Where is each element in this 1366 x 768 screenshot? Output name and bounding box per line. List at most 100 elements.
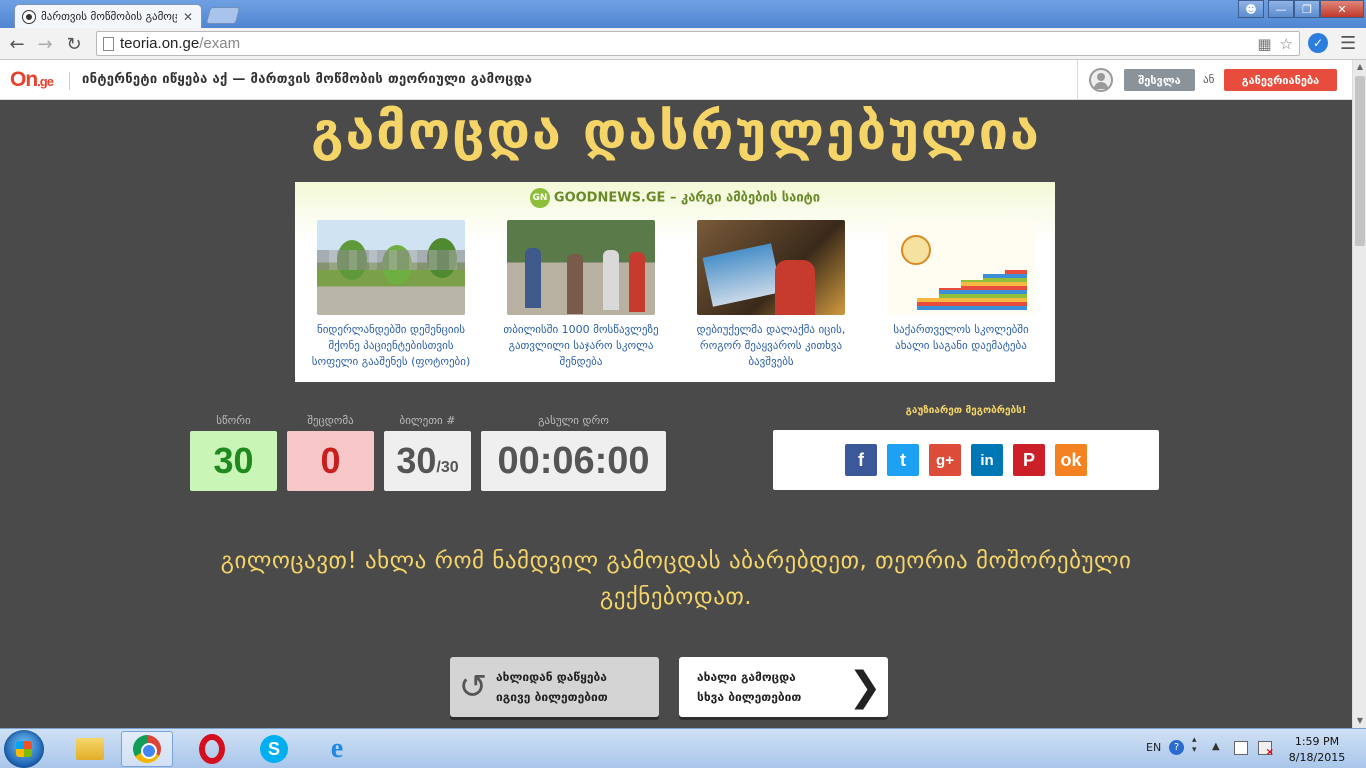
errors-label: შეცდომა <box>307 414 354 427</box>
show-hidden-icons-icon[interactable]: ▲ <box>1212 741 1220 752</box>
exam-finished-title: გამოცდა დასრულებულია <box>311 102 1041 162</box>
ticket-number: 30 <box>396 440 437 481</box>
taskbar-explorer[interactable] <box>64 731 116 767</box>
action-center-icon[interactable] <box>1234 741 1248 755</box>
header-divider <box>1077 60 1078 100</box>
new-exam-button-text: ახალი გამოცდა სხვა ბილეთებით <box>679 667 842 707</box>
opera-icon <box>199 734 225 764</box>
news-source: GOODNEWS.GE <box>553 190 666 206</box>
news-thumbnail[interactable] <box>697 220 845 315</box>
odnoklassniki-icon[interactable]: ok <box>1055 444 1087 476</box>
news-thumbnail[interactable] <box>887 220 1035 315</box>
news-item[interactable]: თბილისში 1000 მოსწავლეზე გათვლილი საჯარო… <box>497 220 665 370</box>
url-host: teoria.on.ge <box>120 35 200 52</box>
chrome-icon <box>133 735 161 763</box>
site-logo[interactable]: On.ge <box>10 68 54 92</box>
taskbar-opera[interactable] <box>186 731 238 767</box>
new-exam-button[interactable]: ახალი გამოცდა სხვა ბილეთებით ❯ <box>679 657 888 717</box>
browser-titlebar: მართვის მოწმობის გამოც ✕ ☻ — ❐ ✕ <box>0 0 1366 28</box>
translate-icon[interactable]: ▦ <box>1257 35 1271 53</box>
scroll-thumb[interactable] <box>1355 76 1365 246</box>
windows-taskbar: S e EN ? ▴▾ ▲ 1:59 PM 8/18/2015 <box>0 728 1366 768</box>
google-plus-icon[interactable]: g+ <box>929 444 961 476</box>
header-title: ინტერნეტი იწყება აქ — მართვის მოწმობის თ… <box>82 72 533 87</box>
clock-date: 8/18/2015 <box>1288 751 1346 764</box>
new-tab-button[interactable] <box>205 7 241 24</box>
internet-explorer-icon: e <box>330 733 344 764</box>
news-thumbnail[interactable] <box>317 220 465 315</box>
goodnews-logo-icon: GN <box>529 188 550 208</box>
minimize-button[interactable]: — <box>1268 0 1294 18</box>
site-header: On.ge ინტერნეტი იწყება აქ — მართვის მოწმ… <box>0 60 1352 100</box>
news-tagline: – კარგი ამბების საიტი <box>669 190 821 206</box>
taskbar-chrome[interactable] <box>121 731 173 767</box>
restore-button[interactable]: ❐ <box>1294 0 1320 18</box>
user-profile-icon[interactable]: ☻ <box>1238 0 1264 18</box>
folder-icon <box>76 738 104 760</box>
linkedin-icon[interactable]: in <box>971 444 1003 476</box>
restart-same-tickets-button[interactable]: ↺ ახლიდან დაწყება იგივე ბილეთებით <box>450 657 659 717</box>
news-thumbnail[interactable] <box>507 220 655 315</box>
goodnews-widget: GN GOODNEWS.GE – კარგი ამბების საიტი ნიდე… <box>295 182 1055 382</box>
user-avatar-icon[interactable] <box>1089 68 1113 92</box>
new-exam-line2: სხვა ბილეთებით <box>697 690 802 704</box>
register-button[interactable]: განევრიანება <box>1224 69 1337 91</box>
score-label: სწორი <box>216 414 251 427</box>
scroll-down-arrow-icon[interactable]: ▼ <box>1353 714 1366 728</box>
tab-favicon-icon <box>23 10 35 23</box>
ticket-label: ბილეთი # <box>399 414 456 427</box>
news-caption[interactable]: საქართველოს სკოლებში ახალი საგანი დაემატ… <box>877 322 1045 354</box>
tray-updown-icon[interactable]: ▴ ▾ <box>1192 735 1197 755</box>
reload-icon[interactable]: ↻ <box>63 33 85 55</box>
errors-value: 0 <box>287 431 374 491</box>
pinterest-icon[interactable]: P <box>1013 444 1045 476</box>
help-icon[interactable]: ? <box>1169 740 1184 755</box>
forward-arrow-icon[interactable]: → <box>34 33 56 55</box>
language-indicator[interactable]: EN <box>1146 741 1161 754</box>
url-path: /exam <box>199 35 241 52</box>
news-item[interactable]: დებიუქელმა დალაქმა იცის, როგორ შეაყვაროს… <box>687 220 855 370</box>
elapsed-time: 00:06:00 <box>481 431 666 491</box>
restart-button-text: ახლიდან დაწყება იგივე ბილეთებით <box>496 667 608 707</box>
page-scrollbar[interactable]: ▲ ▼ <box>1352 60 1366 728</box>
login-button[interactable]: შესვლა <box>1124 69 1195 91</box>
news-item[interactable]: ნიდერლანდებში დემენციის მქონე პაციენტები… <box>307 220 475 370</box>
logo-main-text: On <box>10 68 38 91</box>
address-bar[interactable]: teoria.on.ge/exam ▦ ☆ <box>96 31 1300 56</box>
page-icon <box>103 36 114 51</box>
news-caption[interactable]: ნიდერლანდებში დემენციის მქონე პაციენტები… <box>307 322 475 370</box>
start-button[interactable] <box>4 730 44 768</box>
system-clock[interactable]: 1:59 PM 8/18/2015 <box>1282 734 1352 766</box>
browser-tab[interactable]: მართვის მოწმობის გამოც ✕ <box>14 4 202 28</box>
share-panel: f t g+ in P ok <box>773 430 1159 490</box>
news-item[interactable]: საქართველოს სკოლებში ახალი საგანი დაემატ… <box>877 220 1045 354</box>
time-label: გასული დრო <box>538 414 609 427</box>
chevron-right-icon: ❯ <box>848 664 882 710</box>
back-arrow-icon[interactable]: ← <box>6 33 28 55</box>
twitter-icon[interactable]: t <box>887 444 919 476</box>
news-caption[interactable]: დებიუქელმა დალაქმა იცის, როგორ შეაყვაროს… <box>687 322 855 370</box>
header-separator <box>69 72 70 90</box>
taskbar-skype[interactable]: S <box>248 731 300 767</box>
ticket-value: 30/30 <box>384 431 471 491</box>
taskbar-ie[interactable]: e <box>311 731 363 767</box>
facebook-icon[interactable]: f <box>845 444 877 476</box>
close-window-button[interactable]: ✕ <box>1320 0 1364 18</box>
network-icon[interactable] <box>1258 741 1274 758</box>
or-label: ან <box>1203 73 1215 86</box>
news-header[interactable]: GN GOODNEWS.GE – კარგი ამბების საიტი <box>295 188 1055 208</box>
logo-suffix-text: .ge <box>37 74 54 89</box>
news-caption[interactable]: თბილისში 1000 მოსწავლეზე გათვლილი საჯარო… <box>497 322 665 370</box>
chrome-menu-icon[interactable]: ☰ <box>1340 33 1356 54</box>
bookmark-star-icon[interactable]: ☆ <box>1280 35 1293 53</box>
new-exam-line1: ახალი გამოცდა <box>697 670 796 684</box>
score-value: 30 <box>190 431 277 491</box>
tab-title: მართვის მოწმობის გამოც <box>41 10 177 23</box>
scroll-up-arrow-icon[interactable]: ▲ <box>1353 60 1366 74</box>
browser-toolbar: ← → ↻ teoria.on.ge/exam ▦ ☆ ✓ ☰ <box>0 28 1366 60</box>
extension-icon[interactable]: ✓ <box>1308 33 1328 53</box>
restart-line1: ახლიდან დაწყება <box>496 670 607 684</box>
window-controls: ☻ — ❐ ✕ <box>1238 0 1364 18</box>
tab-close-icon[interactable]: ✕ <box>183 10 193 24</box>
ticket-total: /30 <box>436 459 459 476</box>
